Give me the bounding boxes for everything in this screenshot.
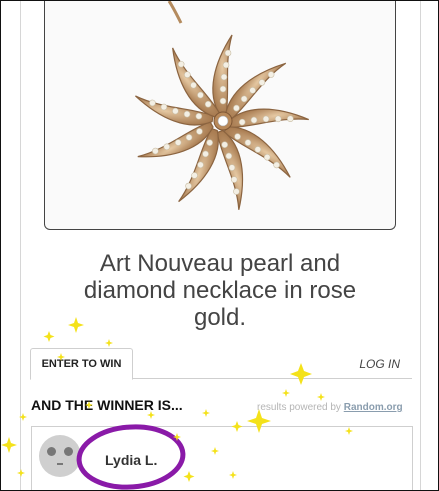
giveaway-tabs: ENTER TO WIN LOG IN (30, 348, 412, 380)
prize-title-line: Art Nouveau pearl and (99, 250, 341, 277)
winner-card (31, 426, 413, 490)
tab-log-in[interactable]: LOG IN (359, 357, 400, 371)
winner-name: Lydia L. (105, 452, 158, 468)
winner-heading: AND THE WINNER IS... (31, 397, 183, 413)
powered-by-note: results powered by Random.org (257, 402, 403, 413)
powered-by-text: results powered by (257, 402, 341, 413)
default-avatar-icon (39, 435, 81, 477)
random-org-link[interactable]: Random.org (344, 402, 403, 413)
star-pearl-necklace-image (135, 1, 309, 210)
prize-title-line: gold. (193, 304, 247, 331)
giveaway-widget-frame: Art Nouveau pearl and diamond necklace i… (0, 0, 439, 491)
prize-image (44, 1, 396, 230)
prize-title-line: diamond necklace in rose (83, 277, 357, 304)
tab-enter-to-win[interactable]: ENTER TO WIN (30, 348, 133, 380)
prize-title: Art Nouveau pearl and diamond necklace i… (41, 250, 399, 331)
